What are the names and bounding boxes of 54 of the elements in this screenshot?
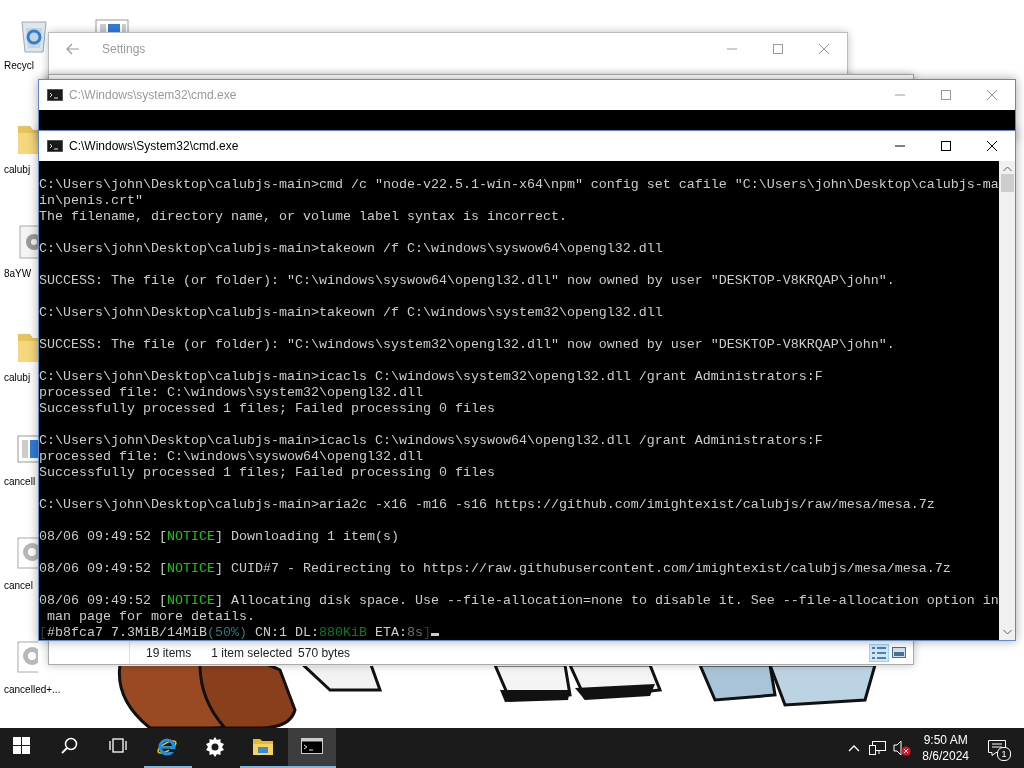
browser-icon (157, 737, 179, 757)
details-view-button[interactable] (869, 644, 889, 662)
folder-icon (253, 737, 275, 757)
notifications-button[interactable]: 1 (977, 728, 1017, 768)
maximize-icon[interactable] (941, 141, 951, 151)
terminal-line: C:\Users\john\Desktop\calubjs-main>icacls C:\windows\syswow64\opengl32.dll /grant Administrators:F (39, 433, 824, 449)
terminal-line: C:\Users\john\Desktop\calubjs-main>takeown /f C:\windows\system32\opengl32.dll (39, 305, 664, 321)
window-title: C:\Windows\System32\cmd.exe (69, 139, 239, 153)
terminal-line: 08/06 09:49:52 [NOTICE] Allocating disk space. Use --file-allocation=none to disable it. See --file-allocation option in (39, 593, 999, 609)
selection-info: 1 item selected (211, 646, 293, 660)
terminal-line: Successfully processed 1 files; Failed processing 0 files (39, 465, 496, 481)
terminal-line: in\penis.crt" (39, 193, 144, 209)
icon-label: calubj (3, 372, 31, 383)
file-size: 570 bytes (298, 646, 351, 660)
back-arrow-icon[interactable] (66, 42, 80, 55)
notification-count: 1 (997, 747, 1011, 761)
muted-speaker-icon (893, 740, 912, 756)
terminal-line: Successfully processed 1 files; Failed processing 0 files (39, 401, 496, 417)
icon-label: cancell (3, 476, 36, 487)
taskbar-button[interactable] (288, 728, 336, 768)
console-icon (47, 89, 63, 101)
window-title: Settings (102, 41, 146, 56)
terminal-line: C:\Users\john\Desktop\calubjs-main>aria2c -x16 -m16 -s16 https://github.com/imightexist/calubjs/raw/mesa/mesa.7z (39, 497, 936, 513)
terminal-line: [#b8fca7 7.3MiB/14MiB(50%) CN:1 DL:880KiB ETA:8s] (39, 625, 431, 640)
terminal-line: C:\Users\john\Desktop\calubjs-main>cmd /c "node-v22.5.1-win-x64\npm" config set cafile "C:\Users\john\Desktop\calubjs-ma (39, 177, 999, 193)
icon-label: Recycl (3, 60, 34, 71)
scrollbar[interactable] (998, 161, 1015, 640)
window-title: C:\Windows\system32\cmd.exe (69, 88, 237, 102)
clock[interactable]: 9:50 AM 8/6/2024 (914, 732, 977, 764)
icon-label: cancel (3, 580, 33, 591)
terminal-line: C:\Users\john\Desktop\calubjs-main>icacls C:\windows\system32\opengl32.dll /grant Administrators:F (39, 369, 824, 385)
icon-label: calubj (3, 164, 31, 175)
console-icon (47, 140, 63, 152)
close-icon[interactable] (987, 141, 997, 151)
terminal-line: 08/06 09:49:52 [NOTICE] Downloading 1 item(s) (39, 529, 400, 545)
terminal-line: SUCCESS: The file (or folder): "C:\windows\syswow64\opengl32.dll" now owned by user "DESKTOP-V8KRQAP\john". (39, 273, 896, 289)
scrollbar-thumb[interactable] (1000, 174, 1014, 192)
terminal-line: The filename, directory name, or volume label syntax is incorrect. (39, 209, 568, 225)
icon-label: 8aYW (3, 268, 32, 279)
gear-icon (205, 737, 227, 757)
network-icon (869, 740, 888, 756)
terminal-icon (301, 737, 323, 757)
notification-icon (988, 740, 1006, 756)
terminal-line: processed file: C:\windows\system32\opengl32.dll (39, 385, 424, 401)
icon-label: cancelled+... (3, 684, 61, 695)
clock-time: 9:50 AM (923, 732, 968, 748)
clock-date: 8/6/2024 (922, 748, 969, 764)
item-count: 19 items (146, 646, 192, 660)
terminal-line: 08/06 09:49:52 [NOTICE] CUID#7 - Redirecting to https://raw.githubusercontent.com/imightexist/calubjs/mesa/mesa.7z (39, 561, 952, 577)
terminal-line: C:\Users\john\Desktop\calubjs-main>takeown /f C:\windows\syswow64\opengl32.dll (39, 241, 664, 257)
terminal-line: SUCCESS: The file (or folder): "C:\windows\system32\opengl32.dll" now owned by user "DESKTOP-V8KRQAP\john". (39, 337, 896, 353)
terminal-line: man page for more details. (46, 609, 256, 625)
terminal-line: processed file: C:\windows\syswow64\opengl32.dll (39, 449, 424, 465)
chevron-up-icon (848, 744, 861, 752)
